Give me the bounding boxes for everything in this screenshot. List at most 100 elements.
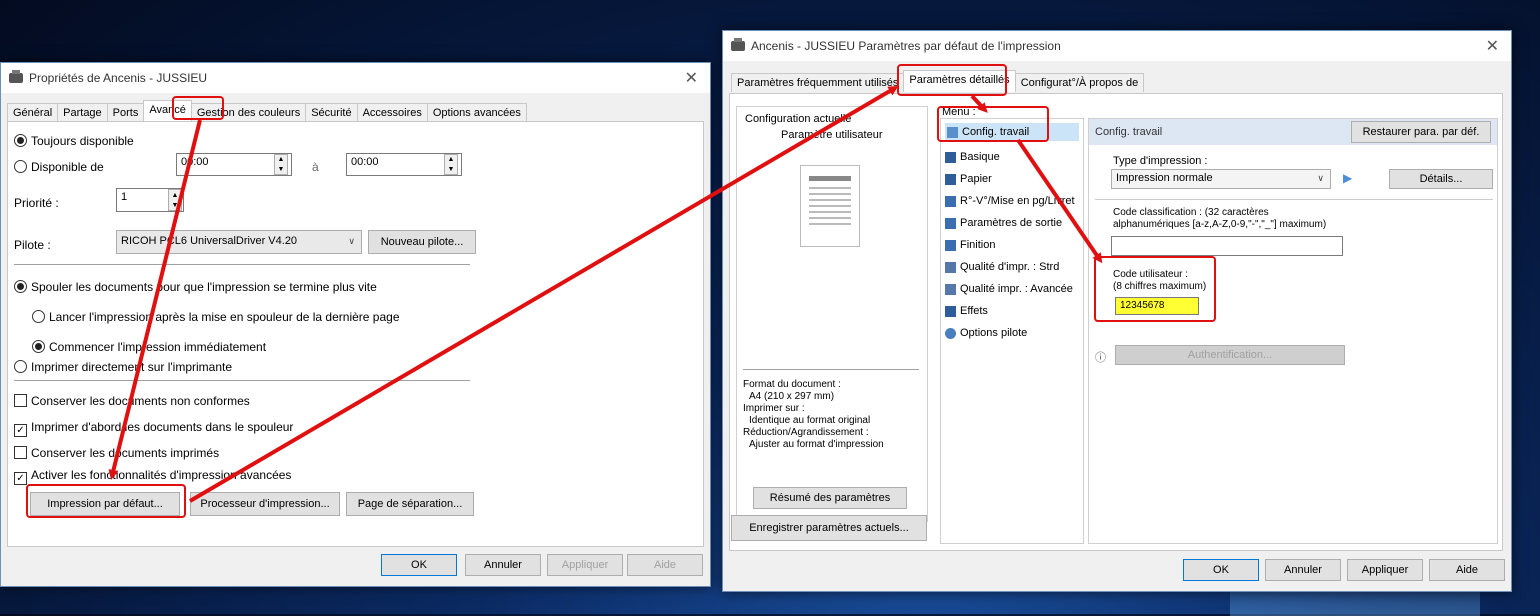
classification-label-line1: Code classification : (32 caractères xyxy=(1113,207,1269,218)
tab-sharing[interactable]: Partage xyxy=(57,103,108,122)
always-available-label: Toujours disponible xyxy=(31,134,134,148)
enable-advanced-features-checkbox[interactable]: ✓ Activer les fonctionnalités d'impressio… xyxy=(14,468,291,485)
print-direct-label: Imprimer directement sur l'imprimante xyxy=(31,360,233,374)
apply-button[interactable]: Appliquer xyxy=(1347,559,1423,581)
to-time-spinner[interactable]: ▲ ▼ xyxy=(444,154,458,175)
window-title: Ancenis - JUSSIEU Paramètres par défaut … xyxy=(751,39,1061,53)
current-config-label: Configuration actuelle xyxy=(745,113,852,125)
menu-item-label: Finition xyxy=(960,239,996,251)
reduce-label: Réduction/Agrandissement : xyxy=(743,427,869,438)
tab-accessories[interactable]: Accessoires xyxy=(356,103,428,122)
tab-general[interactable]: Général xyxy=(7,103,59,122)
radio-icon xyxy=(14,160,27,173)
reduce-value: Ajuster au format d'impression xyxy=(749,439,884,450)
checkbox-icon xyxy=(14,446,27,459)
highlight-detailed-settings-tab xyxy=(897,64,1007,96)
tab-bar: Général Partage Ports Avancé Gestion des… xyxy=(7,100,527,122)
play-arrow-icon: ▶ xyxy=(1343,171,1353,185)
radio-icon xyxy=(14,360,27,373)
output-icon xyxy=(945,217,956,229)
menu-item-output-settings[interactable]: Paramètres de sortie xyxy=(945,217,1062,229)
spool-label: Spouler les documents pour que l'impress… xyxy=(31,280,377,294)
menu-item-duplex-layout[interactable]: R°-V°/Mise en pg/Livret xyxy=(945,195,1075,207)
radio-icon xyxy=(14,280,27,293)
tab-advanced-options[interactable]: Options avancées xyxy=(426,103,527,122)
cancel-button[interactable]: Annuler xyxy=(465,554,541,576)
menu-item-paper[interactable]: Papier xyxy=(945,173,992,185)
duplex-icon xyxy=(945,195,956,207)
radio-icon xyxy=(14,134,27,147)
apply-button[interactable]: Appliquer xyxy=(547,554,623,576)
print-direct-option[interactable]: Imprimer directement sur l'imprimante xyxy=(14,360,232,374)
driver-select[interactable]: RICOH PCL6 UniversalDriver V4.20 ∨ xyxy=(116,230,362,254)
tab-configuration-about[interactable]: Configurat°/À propos de xyxy=(1014,73,1145,92)
close-icon[interactable]: ✕ xyxy=(685,68,698,88)
available-from-option[interactable]: Disponible de xyxy=(14,160,104,174)
spool-option[interactable]: Spouler les documents pour que l'impress… xyxy=(14,280,377,294)
menu-item-label: Qualité impr. : Avancée xyxy=(960,283,1073,295)
highlight-printing-defaults-button xyxy=(26,484,186,518)
page-preview-icon xyxy=(800,165,860,247)
save-current-settings-button[interactable]: Enregistrer paramètres actuels... xyxy=(731,515,927,541)
from-time-spinner[interactable]: ▲ ▼ xyxy=(274,154,288,175)
menu-item-quality-advanced[interactable]: Qualité impr. : Avancée xyxy=(945,283,1073,295)
priority-label: Priorité : xyxy=(14,196,59,210)
start-immediately-label: Commencer l'impression immédiatement xyxy=(49,340,267,354)
classification-code-input[interactable] xyxy=(1111,236,1343,256)
help-button[interactable]: Aide xyxy=(1429,559,1505,581)
menu-item-label: Basique xyxy=(960,151,1000,163)
start-after-last-page-option[interactable]: Lancer l'impression après la mise en spo… xyxy=(32,310,400,324)
close-icon[interactable]: ✕ xyxy=(1486,36,1499,56)
menu-item-effects[interactable]: Effets xyxy=(945,305,988,317)
menu-item-label: Options pilote xyxy=(960,327,1028,339)
keep-printed-label: Conserver les documents imprimés xyxy=(31,446,220,460)
detailed-settings-panel: Configuration actuelle Paramètre utilisa… xyxy=(729,93,1503,551)
print-type-label: Type d'impression : xyxy=(1113,155,1208,167)
print-processor-button[interactable]: Processeur d'impression... xyxy=(190,492,340,516)
checkbox-icon xyxy=(14,394,27,407)
settings-summary-button[interactable]: Résumé des paramètres xyxy=(753,487,907,509)
document-icon xyxy=(945,151,956,163)
current-config-group: Configuration actuelle Paramètre utilisa… xyxy=(736,106,928,522)
divider xyxy=(743,369,919,370)
authentication-button[interactable]: Authentification... xyxy=(1115,345,1345,365)
print-on-value: Identique au format original xyxy=(749,415,871,426)
hold-mismatched-label: Conserver les documents non conformes xyxy=(31,394,250,408)
gear-icon xyxy=(945,327,956,339)
hold-mismatched-checkbox[interactable]: Conserver les documents non conformes xyxy=(14,394,250,408)
tab-frequent-settings[interactable]: Paramètres fréquemment utilisés xyxy=(731,73,905,92)
menu-item-quality-standard[interactable]: Qualité d'impr. : Strd xyxy=(945,261,1059,273)
restore-defaults-button[interactable]: Restaurer para. par déf. xyxy=(1351,121,1491,143)
start-immediately-option[interactable]: Commencer l'impression immédiatement xyxy=(32,340,266,354)
menu-item-basic[interactable]: Basique xyxy=(945,151,1000,163)
print-spooled-first-label: Imprimer d'abord les documents dans le s… xyxy=(31,420,294,434)
cancel-button[interactable]: Annuler xyxy=(1265,559,1341,581)
print-spooled-first-checkbox[interactable]: ✓ Imprimer d'abord les documents dans le … xyxy=(14,420,293,437)
priority-spinner[interactable]: ▲ ▼ xyxy=(168,189,182,211)
always-available-option[interactable]: Toujours disponible xyxy=(14,134,134,148)
print-on-label: Imprimer sur : xyxy=(743,403,805,414)
checkmark-icon: ✓ xyxy=(14,472,27,485)
effects-icon xyxy=(945,305,956,317)
radio-icon xyxy=(32,310,45,323)
keep-printed-checkbox[interactable]: Conserver les documents imprimés xyxy=(14,446,219,460)
details-button[interactable]: Détails... xyxy=(1389,169,1493,189)
finishing-icon xyxy=(945,239,956,251)
tab-security[interactable]: Sécurité xyxy=(305,103,358,122)
help-button[interactable]: Aide xyxy=(627,554,703,576)
info-icon: ⓘ xyxy=(1095,352,1106,364)
menu-item-driver-options[interactable]: Options pilote xyxy=(945,327,1027,339)
menu-item-finishing[interactable]: Finition xyxy=(945,239,995,251)
divider xyxy=(1095,199,1493,200)
window-title: Propriétés de Ancenis - JUSSIEU xyxy=(29,71,208,85)
printer-icon xyxy=(731,38,745,51)
section-title: Config. travail xyxy=(1095,126,1163,138)
ok-button[interactable]: OK xyxy=(1183,559,1259,581)
ok-button[interactable]: OK xyxy=(381,554,457,576)
separator-page-button[interactable]: Page de séparation... xyxy=(346,492,474,516)
tab-ports[interactable]: Ports xyxy=(106,103,145,122)
document-info: Format du document : A4 (210 x 297 mm) I… xyxy=(743,379,884,451)
new-driver-button[interactable]: Nouveau pilote... xyxy=(368,230,476,254)
print-type-select[interactable]: Impression normale ∨ xyxy=(1111,169,1331,189)
checkmark-icon: ✓ xyxy=(14,424,27,437)
